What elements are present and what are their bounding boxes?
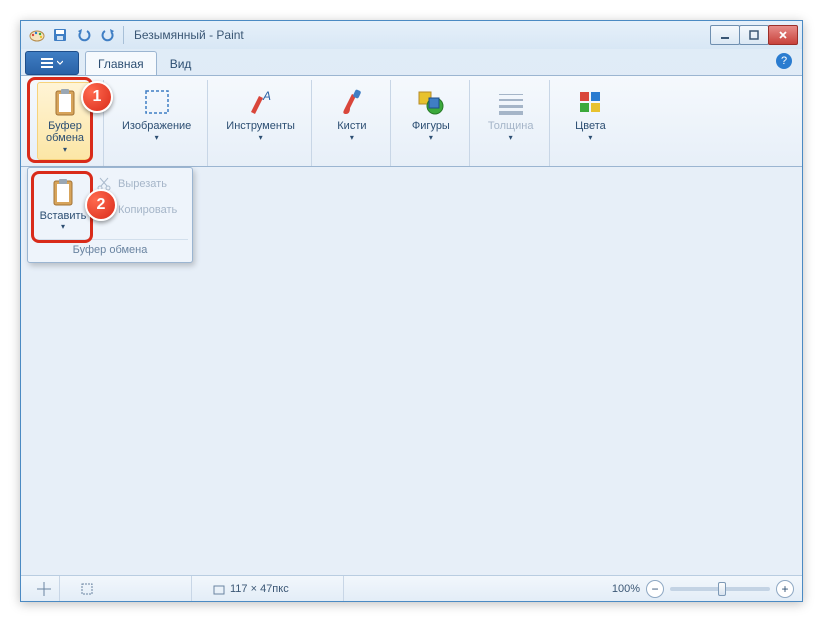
- dropdown-caption: Буфер обмена: [32, 239, 188, 258]
- clipboard-icon: [49, 86, 81, 118]
- window-title: Безымянный - Paint: [134, 28, 244, 42]
- selection-size: [72, 576, 192, 601]
- dimensions-text: 117 × 47пкс: [230, 583, 289, 595]
- file-menu-button[interactable]: [25, 51, 79, 75]
- crosshair-icon: [37, 582, 51, 596]
- group-shapes: Фигуры ▾: [393, 80, 470, 166]
- selection-icon: [80, 582, 94, 596]
- annotation-marker-1: 1: [81, 81, 113, 113]
- group-image: Изображение ▾: [106, 80, 208, 166]
- brush-icon: [336, 86, 368, 118]
- redo-button[interactable]: [99, 26, 117, 44]
- paste-label: Вставить: [40, 210, 87, 222]
- chevron-down-icon: ▾: [509, 133, 513, 142]
- stroke-icon: [495, 86, 527, 118]
- chevron-down-icon: ▾: [63, 145, 67, 154]
- stroke-button[interactable]: Толщина ▾: [482, 82, 540, 160]
- colors-label: Цвета: [575, 120, 606, 132]
- minimize-button[interactable]: [710, 25, 740, 45]
- tools-label: Инструменты: [226, 120, 295, 132]
- chevron-down-icon: ▾: [350, 133, 354, 142]
- close-button[interactable]: [768, 25, 798, 45]
- paint-window: Безымянный - Paint Главная Вид ? Буфер о…: [20, 20, 803, 602]
- zoom-slider-thumb[interactable]: [718, 582, 726, 596]
- quick-access-toolbar: [51, 26, 117, 44]
- chevron-down-icon: ▾: [588, 133, 592, 142]
- cursor-position: [29, 576, 60, 601]
- brushes-label: Кисти: [337, 120, 366, 132]
- app-icon: [29, 27, 45, 43]
- tab-home[interactable]: Главная: [85, 51, 157, 75]
- undo-button[interactable]: [75, 26, 93, 44]
- shapes-label: Фигуры: [412, 120, 450, 132]
- group-brushes: Кисти ▾: [314, 80, 391, 166]
- chevron-down-icon: ▾: [429, 133, 433, 142]
- help-button[interactable]: ?: [776, 53, 792, 69]
- annotation-marker-2: 2: [85, 189, 117, 221]
- group-tools: A Инструменты ▾: [210, 80, 312, 166]
- brushes-button[interactable]: Кисти ▾: [324, 82, 380, 160]
- dimensions-icon: [212, 582, 226, 596]
- status-bar: 117 × 47пкс 100% − +: [21, 575, 802, 601]
- image-label: Изображение: [122, 120, 191, 132]
- tab-row: Главная Вид ?: [21, 49, 802, 75]
- image-dimensions: 117 × 47пкс: [204, 576, 344, 601]
- chevron-down-icon: ▾: [155, 133, 159, 142]
- chevron-down-icon: ▾: [61, 222, 65, 231]
- zoom-in-button[interactable]: +: [776, 580, 794, 598]
- zoom-level: 100%: [612, 583, 640, 595]
- shapes-icon: [415, 86, 447, 118]
- chevron-down-icon: [57, 60, 63, 66]
- zoom-slider[interactable]: [670, 587, 770, 591]
- tools-icon: A: [245, 86, 277, 118]
- group-stroke: Толщина ▾: [472, 80, 551, 166]
- window-controls: [711, 25, 798, 45]
- zoom-out-button[interactable]: −: [646, 580, 664, 598]
- select-icon: [141, 86, 173, 118]
- ribbon: Буфер обмена ▾ Изображение ▾ A Инструмен…: [21, 75, 802, 167]
- tab-view[interactable]: Вид: [157, 51, 205, 75]
- group-colors: Цвета ▾: [552, 80, 628, 166]
- colors-icon: [574, 86, 606, 118]
- stroke-label: Толщина: [488, 120, 534, 132]
- separator: [123, 26, 124, 44]
- zoom-controls: 100% − +: [612, 580, 794, 598]
- save-button[interactable]: [51, 26, 69, 44]
- cut-item: Вырезать: [96, 176, 186, 192]
- clipboard-label: Буфер обмена: [46, 120, 84, 144]
- svg-text:A: A: [262, 89, 271, 103]
- chevron-down-icon: ▾: [259, 133, 263, 142]
- colors-button[interactable]: Цвета ▾: [562, 82, 618, 160]
- shapes-button[interactable]: Фигуры ▾: [403, 82, 459, 160]
- tools-button[interactable]: A Инструменты ▾: [220, 82, 301, 160]
- maximize-button[interactable]: [739, 25, 769, 45]
- image-button[interactable]: Изображение ▾: [116, 82, 197, 160]
- titlebar: Безымянный - Paint: [21, 21, 802, 49]
- copy-label: Копировать: [118, 204, 177, 216]
- cut-label: Вырезать: [118, 178, 167, 190]
- clipboard-icon: [47, 176, 79, 208]
